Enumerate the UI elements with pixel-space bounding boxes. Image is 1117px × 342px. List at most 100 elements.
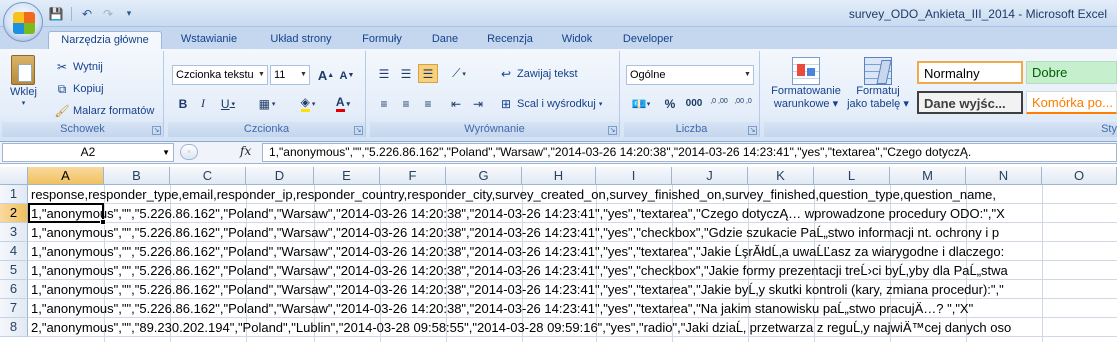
number-launcher-icon[interactable]: ↘ [748, 126, 757, 135]
column-header-h[interactable]: H [522, 167, 596, 185]
tab-page-layout[interactable]: Układ strony [258, 31, 344, 49]
underline-icon: U [220, 96, 230, 111]
increase-indent-button[interactable]: ⇥ [468, 94, 488, 113]
orientation-button[interactable]: ⟋ ▾ [444, 64, 474, 83]
tab-review[interactable]: Recenzja [478, 31, 542, 49]
column-header-n[interactable]: N [966, 167, 1042, 185]
column-header-f[interactable]: F [380, 167, 446, 185]
orientation-icon: ⟋ [452, 66, 461, 80]
column-header-k[interactable]: K [748, 167, 814, 185]
row-header-3[interactable]: 3 [0, 223, 28, 242]
align-middle-button[interactable]: ☰ [396, 64, 416, 83]
chevron-down-icon: ▼ [744, 71, 751, 78]
active-cell-a2[interactable] [28, 203, 104, 223]
merge-center-button[interactable]: ⊞ Scal i wyśrodkuj ▾ [498, 96, 602, 112]
select-all-corner[interactable] [0, 167, 28, 185]
fill-handle[interactable] [100, 219, 106, 225]
style-output[interactable]: Dane wyjśc... [917, 91, 1023, 114]
style-normal[interactable]: Normalny [917, 61, 1023, 84]
row-7-content[interactable]: 1,"anonymous","","5.226.86.162","Poland"… [31, 299, 1117, 318]
borders-button[interactable]: ▦ ▾ [252, 94, 282, 113]
paste-button[interactable]: Wklej ▾ [10, 55, 37, 107]
font-color-button[interactable]: A ▾ [328, 94, 358, 113]
tab-data[interactable]: Dane [420, 31, 470, 49]
column-header-e[interactable]: E [314, 167, 380, 185]
percent-button[interactable]: % [662, 94, 678, 113]
decrease-decimal-button[interactable]: ,00 ,0 [732, 92, 754, 111]
row-header-2[interactable]: 2 [0, 204, 28, 223]
row-header-1[interactable]: 1 [0, 185, 28, 204]
row-8-content[interactable]: 2,"anonymous","","89.230.202.194","Polan… [31, 318, 1117, 337]
insert-function-icon[interactable]: fx [240, 144, 251, 158]
tab-view[interactable]: Widok [552, 31, 602, 49]
column-header-d[interactable]: D [246, 167, 314, 185]
style-good[interactable]: Dobre [1026, 61, 1117, 84]
name-box[interactable]: A2 ▼ [2, 143, 174, 162]
grow-font-icon: A [317, 68, 328, 83]
row-6-content[interactable]: 1,"anonymous","","5.226.86.162","Poland"… [31, 280, 1117, 299]
thousands-button[interactable]: 000 [682, 94, 706, 113]
alignment-launcher-icon[interactable]: ↘ [608, 126, 617, 135]
styles-group-label: Sty [764, 122, 1117, 137]
wrap-text-button[interactable]: ↩ Zawijaj tekst [498, 66, 578, 82]
style-linked-cell[interactable]: Komórka po... [1026, 91, 1117, 114]
fill-color-button[interactable]: ◈ ▾ [292, 94, 324, 113]
formula-input[interactable]: 1,"anonymous","","5.226.86.162","Poland"… [262, 143, 1117, 162]
italic-button[interactable]: I [194, 94, 212, 113]
align-left-button[interactable]: ≡ [374, 94, 394, 113]
row-4-content[interactable]: 1,"anonymous","","5.226.86.162","Poland"… [31, 242, 1117, 261]
tab-home[interactable]: Narzędzia główne [48, 31, 162, 49]
ribbon: Wklej ▾ ✂ Wytnij ⧉ Kopiuj 🖌 Malarz forma… [0, 49, 1117, 142]
conditional-formatting-button[interactable]: Formatowanie warunkowe ▾ [766, 57, 846, 110]
column-header-a[interactable]: A [28, 167, 104, 185]
align-right-button[interactable]: ≡ [418, 94, 438, 113]
clipboard-launcher-icon[interactable]: ↘ [152, 126, 161, 135]
bold-icon: B [178, 96, 188, 111]
align-top-button[interactable]: ☰ [374, 64, 394, 83]
column-header-g[interactable]: G [446, 167, 522, 185]
row-header-5[interactable]: 5 [0, 261, 28, 280]
font-name-combo[interactable]: Czcionka tekstu ▼ [172, 65, 268, 85]
tab-formulas[interactable]: Formuły [353, 31, 411, 49]
format-painter-button[interactable]: 🖌 Malarz formatów [54, 103, 154, 119]
copy-button[interactable]: ⧉ Kopiuj [54, 81, 104, 97]
format-as-table-button[interactable]: Formatuj jako tabelę ▾ [846, 57, 910, 110]
row-3-content[interactable]: 1,"anonymous","","5.226.86.162","Poland"… [31, 223, 1117, 242]
shrink-font-button[interactable]: A ▼ [338, 66, 356, 85]
font-size-combo[interactable]: 11 ▼ [270, 65, 310, 85]
column-header-i[interactable]: I [596, 167, 672, 185]
tab-insert[interactable]: Wstawianie [170, 31, 248, 49]
column-header-j[interactable]: J [672, 167, 748, 185]
align-bottom-button[interactable]: ☰ [418, 64, 438, 83]
office-button[interactable] [3, 2, 43, 42]
column-header-c[interactable]: C [170, 167, 246, 185]
row-5-content[interactable]: 1,"anonymous","","5.226.86.162","Poland"… [31, 261, 1117, 280]
column-header-b[interactable]: B [104, 167, 170, 185]
align-center-button[interactable]: ≡ [396, 94, 416, 113]
increase-decimal-button[interactable]: ,0 ,00 [708, 92, 730, 111]
column-header-l[interactable]: L [814, 167, 890, 185]
underline-button[interactable]: U ▾ [214, 94, 242, 113]
column-header-o[interactable]: O [1042, 167, 1117, 185]
row-header-7[interactable]: 7 [0, 299, 28, 318]
bold-button[interactable]: B [174, 94, 192, 113]
row-2-content[interactable]: 1,"anonymous","","5.226.86.162","Poland"… [31, 204, 1117, 223]
row-header-6[interactable]: 6 [0, 280, 28, 299]
format-as-table-icon [864, 57, 892, 85]
brush-icon: 🖌 [54, 104, 70, 118]
row-1-content[interactable]: response,responder_type,email,responder_… [31, 185, 1117, 204]
row-header-8[interactable]: 8 [0, 318, 28, 337]
decrease-indent-button[interactable]: ⇤ [446, 94, 466, 113]
cut-button[interactable]: ✂ Wytnij [54, 59, 103, 75]
currency-button[interactable]: 💶 ▾ [626, 94, 656, 113]
alignment-group-label: Wyrównanie [370, 122, 619, 137]
formula-bar-splitter-icon[interactable]: ◦ [180, 144, 198, 160]
column-header-m[interactable]: M [890, 167, 966, 185]
grow-font-button[interactable]: A ▲ [316, 66, 336, 85]
font-launcher-icon[interactable]: ↘ [354, 126, 363, 135]
row-header-4[interactable]: 4 [0, 242, 28, 261]
tab-developer[interactable]: Developer [614, 31, 682, 49]
number-format-combo[interactable]: Ogólne ▼ [626, 65, 754, 85]
paste-label: Wklej [10, 86, 37, 98]
chevron-down-icon: ▼ [258, 71, 265, 78]
